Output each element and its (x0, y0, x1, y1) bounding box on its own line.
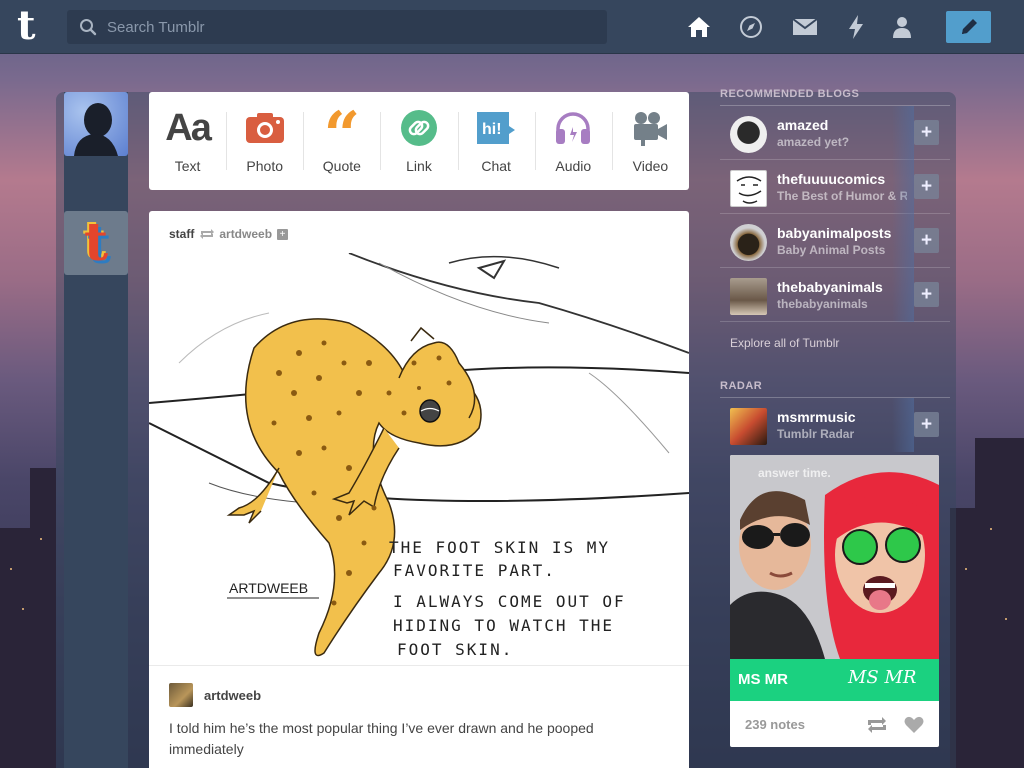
blog-avatar[interactable] (730, 170, 767, 207)
band-signature: MS MR (848, 667, 917, 688)
notes-count[interactable]: 239 notes (745, 717, 805, 732)
blog-avatar[interactable] (730, 224, 767, 261)
band-name: MS MR (738, 671, 788, 688)
search-box[interactable] (67, 10, 607, 44)
artwork-text-line-3: I ALWAYS COME OUT OF (393, 592, 626, 611)
heart-icon[interactable] (904, 716, 924, 734)
blog-avatar[interactable] (730, 116, 767, 153)
recommended-blogs-title: RECOMMENDED BLOGS (720, 88, 950, 106)
quote-icon: “ (323, 98, 361, 173)
post-type-link[interactable]: Link (380, 92, 457, 190)
radar-overlay-text: answer time. (758, 466, 831, 480)
follow-button[interactable]: + (914, 120, 939, 145)
post-body: artdweeb I told him he’s the most popula… (149, 665, 689, 757)
pencil-icon (961, 19, 977, 34)
recommended-blog[interactable]: babyanimalposts Baby Animal Posts + (720, 214, 950, 268)
post-type-photo[interactable]: Photo (226, 92, 303, 190)
reblog-source: artdweeb (169, 683, 261, 707)
post-type-bar: Aa Text Photo “ Quote Link hi! Chat Audi… (149, 92, 689, 190)
svg-text:hi!: hi! (482, 121, 502, 138)
post-type-chat[interactable]: hi! Chat (457, 92, 535, 190)
artwork-text-line-5: FOOT SKIN. (397, 640, 513, 659)
artwork-signature: ARTDWEEB (229, 580, 308, 596)
radar-banner: MS MR MS MR (730, 659, 939, 701)
post-type-audio[interactable]: Audio (534, 92, 612, 190)
right-sidebar: RECOMMENDED BLOGS amazed amazed yet? + t… (720, 88, 950, 452)
follow-button[interactable]: + (914, 412, 939, 437)
reblog-icon[interactable] (866, 716, 888, 734)
post-type-quote[interactable]: “ Quote (303, 92, 380, 190)
top-navigation-bar: t (0, 0, 1024, 54)
radar-title: RADAR (720, 380, 950, 398)
explore-link[interactable]: Explore all of Tumblr (730, 336, 950, 350)
tumblr-logo-icon[interactable]: t (17, 6, 49, 46)
post-type-video[interactable]: Video (611, 92, 689, 190)
dashboard-post: staff artdweeb + ARTDWEEB THE FOOT SKIN … (149, 211, 689, 768)
post-caption: I told him he’s the most popular thing I… (169, 720, 594, 757)
person-icon[interactable] (889, 14, 915, 40)
radar-post-footer: 239 notes (730, 701, 939, 747)
gecko-illustration: ARTDWEEB THE FOOT SKIN IS MY FAVORITE PA… (149, 253, 689, 659)
follow-button[interactable]: + (914, 174, 939, 199)
blog-avatar[interactable] (730, 408, 767, 445)
reblogged-from-user[interactable]: artdweeb (219, 227, 272, 241)
radar-photo[interactable]: answer time. (730, 455, 939, 659)
compass-icon[interactable] (738, 14, 764, 40)
post-type-text[interactable]: Aa Text (149, 92, 226, 190)
artwork-text-line-4: HIDING TO WATCH THE (393, 616, 614, 635)
reblog-small-icon (200, 229, 215, 239)
recommended-blog[interactable]: thefuuuucomics The Best of Humor & Rage … (720, 160, 950, 214)
blog-avatar[interactable] (730, 278, 767, 315)
lightning-icon[interactable] (843, 14, 869, 40)
artdweeb-avatar[interactable] (169, 683, 193, 707)
camera-icon (245, 108, 285, 148)
post-author[interactable]: staff (169, 227, 194, 241)
user-avatar[interactable] (64, 92, 128, 156)
search-icon (80, 19, 97, 36)
compose-button[interactable] (946, 11, 991, 43)
follow-plus-icon[interactable]: + (277, 228, 289, 240)
reblog-username[interactable]: artdweeb (204, 688, 261, 703)
recommended-blog[interactable]: amazed amazed yet? + (720, 106, 950, 160)
artwork-text-line-2: FAVORITE PART. (393, 561, 556, 580)
radar-blog[interactable]: msmrmusic Tumblr Radar + (720, 398, 950, 452)
follow-button[interactable]: + (914, 228, 939, 253)
video-camera-icon (631, 108, 669, 148)
artwork-text-line-1: THE FOOT SKIN IS MY (389, 538, 610, 557)
radar-post-card[interactable]: answer time. MS MR MS MR 239 notes (730, 455, 939, 747)
home-icon[interactable] (686, 14, 712, 40)
avatar-column (64, 92, 128, 768)
recommended-blog[interactable]: thebabyanimals thebabyanimals + (720, 268, 950, 322)
text-icon: Aa (165, 106, 212, 149)
search-input[interactable] (107, 18, 587, 36)
chat-icon: hi! (475, 108, 517, 148)
link-icon (400, 108, 438, 148)
follow-button[interactable]: + (914, 282, 939, 307)
post-header: staff artdweeb + (169, 227, 289, 241)
headphones-icon (554, 108, 592, 148)
staff-avatar[interactable]: t (64, 211, 128, 275)
mail-icon[interactable] (792, 14, 818, 40)
